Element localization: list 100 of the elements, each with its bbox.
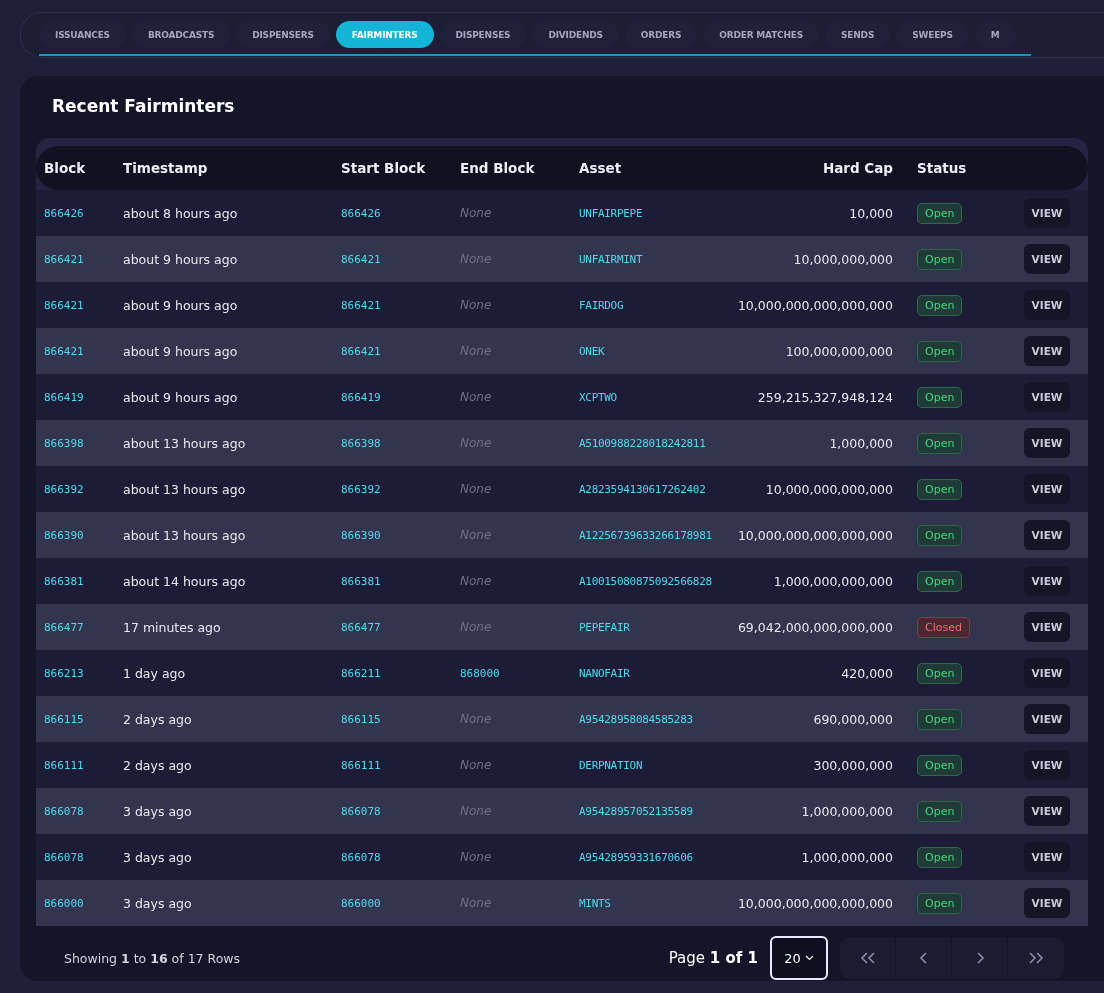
table-cell-text: None	[460, 206, 493, 220]
table-cell: 10,000,000,000,000,000	[737, 895, 893, 911]
table-cell-text: None	[460, 758, 493, 772]
block-link[interactable]: 866213	[44, 666, 123, 680]
asset-link[interactable]: A2823594130617262402	[579, 482, 745, 496]
asset-link[interactable]: A95428957052135589	[579, 804, 745, 818]
asset-link[interactable]: UNFAIRPEPE	[579, 206, 745, 220]
block-link[interactable]: 866115	[44, 712, 123, 726]
block-link[interactable]: 866000	[341, 896, 460, 910]
view-button[interactable]: VIEW	[1024, 566, 1070, 596]
table-cell-text: about 13 hours ago	[123, 527, 247, 543]
tab[interactable]: DISPENSES	[439, 21, 527, 48]
scrollbar[interactable]	[39, 54, 1031, 56]
tab[interactable]: M	[974, 21, 1016, 48]
block-link[interactable]: 866111	[44, 758, 123, 772]
status-badge: Open	[917, 847, 963, 868]
view-button[interactable]: VIEW	[1024, 612, 1070, 642]
block-link[interactable]: 866115	[341, 712, 460, 726]
table-cell-text: 1 day ago	[123, 665, 187, 681]
page-size-select[interactable]: 20	[770, 936, 828, 980]
view-button[interactable]: VIEW	[1024, 658, 1070, 688]
tab[interactable]: ORDERS	[624, 21, 698, 48]
block-link[interactable]: 866211	[341, 666, 460, 680]
block-link[interactable]: 866426	[44, 206, 123, 220]
block-link[interactable]: 866419	[44, 390, 123, 404]
block-link[interactable]: 868000	[460, 666, 579, 680]
view-button[interactable]: VIEW	[1024, 796, 1070, 826]
block-link[interactable]: 866390	[341, 528, 460, 542]
block-link[interactable]: 866078	[44, 804, 123, 818]
view-button[interactable]: VIEW	[1024, 244, 1070, 274]
tab[interactable]: ISSUANCES	[39, 21, 126, 48]
view-button[interactable]: VIEW	[1024, 336, 1070, 366]
block-link[interactable]: 866421	[44, 298, 123, 312]
table-cell: 259,215,327,948,124	[757, 389, 893, 405]
table-cell-text: 2 days ago	[123, 757, 193, 773]
table-cell-text: None	[460, 390, 493, 404]
block-link[interactable]: 866111	[341, 758, 460, 772]
column-header: Block	[44, 160, 87, 176]
table-cell-text: about 9 hours ago	[123, 297, 239, 313]
view-button[interactable]: VIEW	[1024, 474, 1070, 504]
block-link[interactable]: 866421	[44, 344, 123, 358]
tab[interactable]: SWEEPS	[896, 21, 969, 48]
asset-link[interactable]: ONEK	[579, 344, 745, 358]
block-link[interactable]: 866381	[341, 574, 460, 588]
asset-link[interactable]: A95428958084585283	[579, 712, 745, 726]
tab[interactable]: DISPENSERS	[236, 21, 330, 48]
asset-link[interactable]: UNFAIRMINT	[579, 252, 745, 266]
block-link[interactable]: 866419	[341, 390, 460, 404]
tab[interactable]: ORDER MATCHES	[703, 21, 820, 48]
tab[interactable]: SENDS	[825, 21, 891, 48]
view-button[interactable]: VIEW	[1024, 290, 1070, 320]
status-badge: Open	[917, 801, 963, 822]
table-cell: 1,000,000	[829, 435, 893, 451]
table-cell: 10,000,000,000,000,000	[737, 297, 893, 313]
asset-link[interactable]: A95428959331670606	[579, 850, 745, 864]
table-cell-text: None	[460, 850, 493, 864]
view-button[interactable]: VIEW	[1024, 428, 1070, 458]
block-link[interactable]: 866398	[44, 436, 123, 450]
block-link[interactable]: 866392	[341, 482, 460, 496]
column-header: End Block	[460, 160, 536, 176]
block-link[interactable]: 866421	[341, 298, 460, 312]
double-chevron-left-icon	[860, 952, 875, 964]
block-link[interactable]: 866078	[44, 850, 123, 864]
asset-link[interactable]: A5100988228018242811	[579, 436, 745, 450]
table-cell-text: None	[460, 344, 493, 358]
view-button[interactable]: VIEW	[1024, 888, 1070, 918]
asset-link[interactable]: XCPTWO	[579, 390, 745, 404]
tab[interactable]: DIVIDENDS	[532, 21, 619, 48]
table-cell-text: None	[460, 712, 493, 726]
block-link[interactable]: 866078	[341, 804, 460, 818]
block-link[interactable]: 866390	[44, 528, 123, 542]
block-link[interactable]: 866477	[44, 620, 123, 634]
asset-link[interactable]: NANOFAIR	[579, 666, 745, 680]
block-link[interactable]: 866421	[341, 252, 460, 266]
view-button[interactable]: VIEW	[1024, 750, 1070, 780]
table-cell-text: None	[460, 482, 493, 496]
table-cell: 690,000,000	[813, 711, 893, 727]
block-link[interactable]: 866426	[341, 206, 460, 220]
status-badge: Open	[917, 479, 963, 500]
block-link[interactable]: 866398	[341, 436, 460, 450]
block-link[interactable]: 866477	[341, 620, 460, 634]
asset-link[interactable]: A10015080875092566828	[579, 574, 745, 588]
block-link[interactable]: 866078	[341, 850, 460, 864]
view-button[interactable]: VIEW	[1024, 382, 1070, 412]
block-link[interactable]: 866421	[44, 252, 123, 266]
view-button[interactable]: VIEW	[1024, 198, 1070, 228]
block-link[interactable]: 866381	[44, 574, 123, 588]
table-cell: 300,000,000	[813, 757, 893, 773]
view-button[interactable]: VIEW	[1024, 842, 1070, 872]
block-link[interactable]: 866000	[44, 896, 123, 910]
view-button[interactable]: VIEW	[1024, 704, 1070, 734]
block-link[interactable]: 866421	[341, 344, 460, 358]
table-cell-text: about 14 hours ago	[123, 573, 247, 589]
block-link[interactable]: 866392	[44, 482, 123, 496]
status-badge: Open	[917, 341, 963, 362]
table-cell: 10,000,000,000,000,000	[737, 527, 893, 543]
asset-link[interactable]: DERPNATION	[579, 758, 745, 772]
view-button[interactable]: VIEW	[1024, 520, 1070, 550]
table-cell-text: about 13 hours ago	[123, 435, 247, 451]
tab[interactable]: BROADCASTS	[131, 21, 231, 48]
